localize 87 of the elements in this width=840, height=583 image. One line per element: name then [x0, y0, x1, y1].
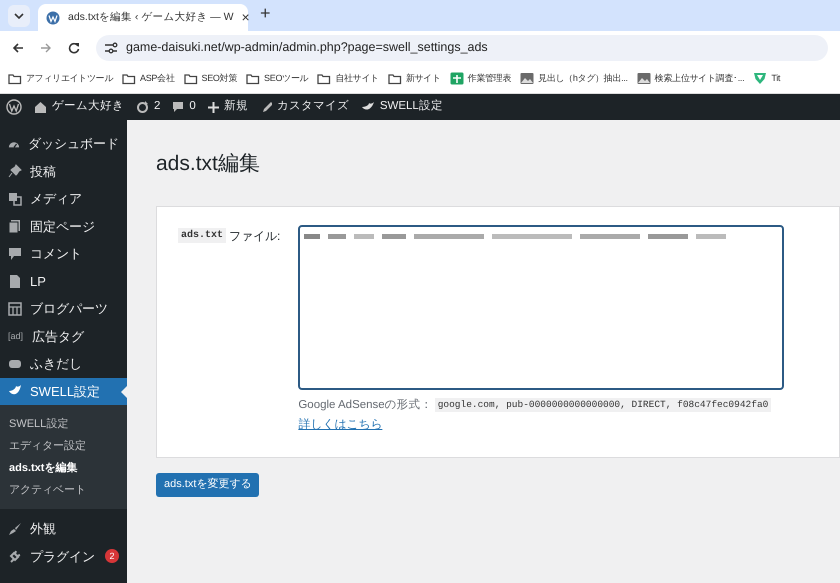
plus-icon	[208, 102, 219, 112]
thumbnail-icon	[520, 72, 534, 85]
redacted-text	[304, 234, 320, 238]
submenu-item[interactable]: ads.txtを編集	[0, 457, 127, 479]
close-icon[interactable]: ×	[242, 7, 250, 28]
new-tab-button[interactable]: +	[260, 0, 271, 27]
tab-title: ads.txtを編集 ‹ ゲーム大好き — W	[68, 10, 234, 25]
address-bar[interactable]: game-daisuki.net/wp-admin/admin.php?page=swell_settings_ads	[96, 34, 828, 60]
redacted-text	[328, 234, 346, 238]
page-title: ads.txt編集	[156, 151, 261, 177]
sidebar-item[interactable]: プラグイン 2	[0, 542, 127, 570]
bookmark[interactable]: 見出し（hタグ）抽出...	[520, 72, 628, 86]
comments-link[interactable]: 0	[172, 98, 196, 116]
pushpin-icon	[8, 164, 22, 178]
wordpress-logo-icon	[46, 10, 60, 24]
redacted-text	[414, 234, 484, 238]
speech-bubble-icon	[8, 246, 22, 261]
bookmark[interactable]: SEO対策	[184, 72, 238, 86]
browser-tab[interactable]: ads.txtを編集 ‹ ゲーム大好き — W ×	[38, 4, 248, 31]
folder-icon	[388, 72, 402, 85]
pages-icon	[8, 219, 22, 234]
bookmark[interactable]: アフィリエイトツール	[8, 72, 114, 86]
hint-text: Google AdSenseの形式：	[298, 398, 433, 412]
home-icon	[34, 101, 47, 113]
sidebar-item[interactable]: 外観	[0, 515, 127, 542]
sidebar-item[interactable]: ふきだし	[0, 350, 127, 378]
bookmark[interactable]: 作業管理表	[450, 72, 512, 86]
sidebar-item[interactable]: 固定ページ	[0, 212, 127, 240]
code-label: ads.txt	[178, 228, 226, 243]
brush-icon	[8, 522, 22, 536]
bookmark[interactable]: 新サイト	[388, 72, 441, 86]
bookmark[interactable]: Tit	[753, 72, 780, 86]
sidebar-item[interactable]: LP	[0, 268, 127, 295]
bookmark[interactable]: 自社サイト	[317, 72, 379, 86]
document-icon	[8, 274, 22, 288]
redacted-text	[382, 234, 406, 238]
sidebar-item[interactable]: コメント	[0, 240, 127, 268]
sidebar-item[interactable]: SWELL設定	[0, 378, 127, 405]
redacted-text	[580, 234, 640, 238]
chevron-down-icon	[14, 13, 24, 19]
new-content-link[interactable]: 新規	[208, 98, 248, 116]
save-button[interactable]: ads.txtを変更する	[156, 472, 260, 496]
folder-icon	[8, 72, 22, 85]
site-name-link[interactable]: ゲーム大好き	[34, 98, 124, 116]
comment-icon	[172, 101, 184, 113]
redacted-text	[648, 234, 688, 238]
bookmark[interactable]: 検索上位サイト調査･...	[636, 72, 744, 86]
reload-icon	[68, 42, 80, 54]
text-area[interactable]	[298, 224, 784, 390]
bookmark[interactable]: ASP会社	[122, 72, 175, 86]
wordpress-logo-icon	[6, 99, 22, 115]
folder-icon	[317, 72, 332, 85]
sidebar-item[interactable]: ダッシュボード	[0, 130, 127, 158]
submenu-item[interactable]: アクティベート	[0, 479, 127, 501]
grid-icon	[8, 302, 22, 316]
field-label: ファイル:	[229, 228, 280, 244]
site-settings-icon	[104, 42, 118, 54]
updates-link[interactable]: 2	[136, 98, 160, 116]
format-example: google.com, pub-0000000000000000, DIRECT, f08c47fec0942fa0	[434, 398, 772, 412]
bookmark[interactable]: SEOツール	[246, 72, 308, 86]
forward-arrow-icon	[40, 42, 52, 54]
plug-icon	[8, 549, 22, 564]
sidebar-item[interactable]: [ad] 広告タグ	[0, 322, 127, 350]
media-icon	[8, 192, 22, 206]
folder-icon	[122, 72, 136, 85]
folder-icon	[184, 72, 198, 85]
redacted-text	[696, 234, 726, 238]
redacted-text	[354, 234, 374, 238]
swell-settings-link[interactable]: SWELL設定	[360, 98, 443, 116]
sidebar-item[interactable]: ブログパーツ	[0, 295, 127, 322]
sidebar-item[interactable]: メディア	[0, 185, 127, 212]
spreadsheet-icon	[450, 72, 464, 85]
submenu-item[interactable]: SWELL設定	[0, 413, 127, 435]
url-text: game-daisuki.net/wp-admin/admin.php?page=swell_settings_ads	[126, 39, 488, 56]
refresh-icon	[136, 100, 149, 114]
folder-icon	[246, 72, 260, 85]
customize-link[interactable]: カスタマイズ	[260, 98, 349, 116]
submenu-item[interactable]: エディター設定	[0, 435, 127, 457]
details-link[interactable]: 詳しくはこちら	[298, 414, 382, 433]
thumbnail-icon	[636, 72, 651, 85]
shield-icon	[753, 72, 768, 85]
tab-list-button[interactable]	[8, 5, 30, 27]
sidebar-item[interactable]: 投稿	[0, 158, 127, 185]
ad-tag-icon: [ad]	[8, 330, 24, 343]
count-badge: 2	[105, 549, 119, 564]
current-pointer-icon	[121, 386, 127, 398]
back-arrow-icon	[12, 42, 24, 54]
